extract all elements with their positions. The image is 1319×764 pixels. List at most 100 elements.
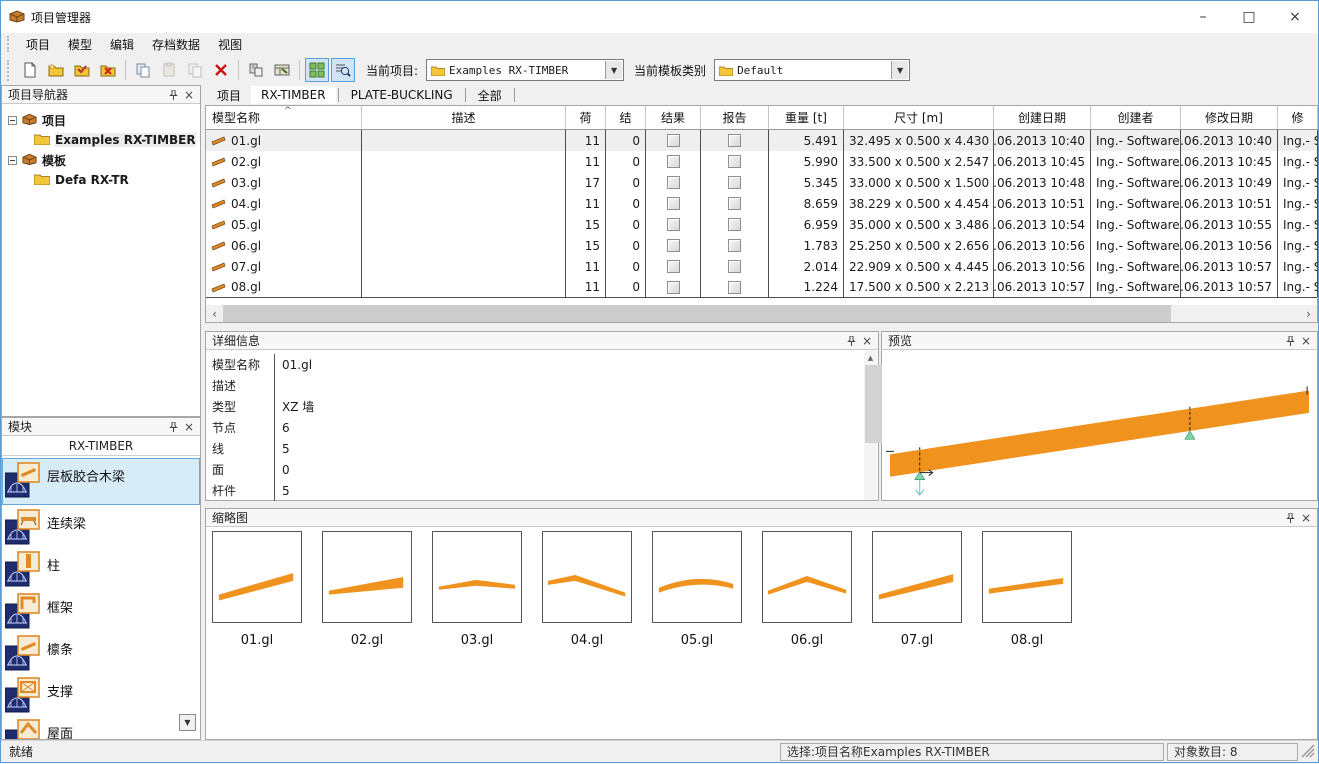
new-model-button[interactable] bbox=[18, 58, 42, 82]
column-header-6[interactable]: 报告 bbox=[701, 106, 769, 129]
column-header-2[interactable]: 描述 bbox=[362, 106, 566, 129]
column-header-3[interactable]: 荷 bbox=[566, 106, 606, 129]
module-item-7[interactable]: 屋面 bbox=[2, 715, 200, 739]
delete-button[interactable] bbox=[209, 58, 233, 82]
tab-plate-buckling[interactable]: PLATE-BUCKLING bbox=[341, 86, 463, 104]
results-checkbox[interactable] bbox=[667, 155, 680, 168]
tab-rx-timber[interactable]: RX-TIMBER bbox=[251, 86, 336, 104]
column-header-4[interactable]: 结 bbox=[606, 106, 646, 129]
collapse-icon[interactable] bbox=[8, 116, 17, 125]
scroll-left-icon[interactable]: ‹ bbox=[206, 305, 223, 322]
table-row[interactable]: 03.gl1705.34533.000 x 0.500 x 1.5001.06.… bbox=[206, 172, 1317, 193]
pin-icon[interactable] bbox=[1282, 510, 1298, 525]
menu-item-4[interactable]: 存档数据 bbox=[143, 34, 209, 55]
report-checkbox[interactable] bbox=[728, 176, 741, 189]
pin-icon[interactable] bbox=[165, 87, 181, 102]
pin-icon[interactable] bbox=[165, 419, 181, 434]
resize-grip[interactable] bbox=[1300, 743, 1316, 761]
tab--[interactable]: 全部 bbox=[468, 85, 512, 106]
current-project-combobox[interactable]: Examples RX-TIMBER ▼ bbox=[426, 59, 624, 81]
preview-view-toggle[interactable] bbox=[331, 58, 355, 82]
tree-leaf-defa-rx-tr[interactable]: Defa RX-TR bbox=[8, 170, 198, 190]
report-checkbox[interactable] bbox=[728, 260, 741, 273]
results-checkbox[interactable] bbox=[667, 176, 680, 189]
results-checkbox[interactable] bbox=[667, 197, 680, 210]
module-item-2[interactable]: 连续梁 bbox=[2, 505, 200, 547]
thumbnail-06-gl[interactable]: 06.gl bbox=[762, 531, 852, 648]
report-checkbox[interactable] bbox=[728, 218, 741, 231]
open-project-button[interactable] bbox=[70, 58, 94, 82]
new-project-button[interactable] bbox=[44, 58, 68, 82]
scroll-right-icon[interactable]: › bbox=[1300, 305, 1317, 322]
column-header-10[interactable]: 创建者 bbox=[1091, 106, 1181, 129]
module-item-6[interactable]: 支撑 bbox=[2, 673, 200, 715]
table-row[interactable]: 04.gl1108.65938.229 x 0.500 x 4.4541.06.… bbox=[206, 193, 1317, 214]
scrollbar-thumb[interactable] bbox=[223, 305, 1171, 322]
module-item-3[interactable]: 柱 bbox=[2, 547, 200, 589]
table-row[interactable]: 07.gl1102.01422.909 x 0.500 x 4.4451.06.… bbox=[206, 256, 1317, 277]
tree-node-2[interactable]: 模板 bbox=[8, 150, 198, 170]
close-icon[interactable]: × bbox=[1298, 333, 1314, 348]
thumbnail-03-gl[interactable]: 03.gl bbox=[432, 531, 522, 648]
module-item-1[interactable]: 层板胶合木梁 bbox=[2, 458, 200, 505]
collapse-icon[interactable] bbox=[8, 156, 17, 165]
paste-button[interactable] bbox=[157, 58, 181, 82]
report-checkbox[interactable] bbox=[728, 239, 741, 252]
menu-item-1[interactable]: 项目 bbox=[17, 34, 59, 55]
column-header-12[interactable]: 修 bbox=[1278, 106, 1318, 129]
thumbnail-05-gl[interactable]: 05.gl bbox=[652, 531, 742, 648]
table-row[interactable]: 02.gl1105.99033.500 x 0.500 x 2.5471.06.… bbox=[206, 151, 1317, 172]
thumbnail-07-gl[interactable]: 07.gl bbox=[872, 531, 962, 648]
duplicate-button[interactable] bbox=[183, 58, 207, 82]
menu-item-3[interactable]: 编辑 bbox=[101, 34, 143, 55]
modules-scroll-down-button[interactable]: ▼ bbox=[179, 714, 196, 731]
module-group-header[interactable]: RX-TIMBER bbox=[2, 436, 200, 456]
results-checkbox[interactable] bbox=[667, 281, 680, 294]
module-item-5[interactable]: 檩条 bbox=[2, 631, 200, 673]
table-horizontal-scrollbar[interactable]: ‹ › bbox=[206, 305, 1317, 322]
module-item-4[interactable]: 框架 bbox=[2, 589, 200, 631]
chevron-down-icon[interactable]: ▼ bbox=[605, 61, 622, 79]
menu-item-5[interactable]: 视图 bbox=[209, 34, 251, 55]
column-header-8[interactable]: 尺寸 [m] bbox=[844, 106, 994, 129]
thumbnails-view-toggle[interactable] bbox=[305, 58, 329, 82]
tree-leaf-examples-rx-timber[interactable]: Examples RX-TIMBER bbox=[8, 130, 198, 150]
close-icon[interactable]: × bbox=[181, 419, 197, 434]
tab--[interactable]: 项目 bbox=[207, 85, 251, 106]
copy-button[interactable] bbox=[131, 58, 155, 82]
column-header-7[interactable]: 重量 [t] bbox=[769, 106, 844, 129]
maximize-button[interactable]: □ bbox=[1226, 1, 1272, 33]
table-row[interactable]: 06.gl1501.78325.250 x 0.500 x 2.6561.06.… bbox=[206, 235, 1317, 256]
results-checkbox[interactable] bbox=[667, 134, 680, 147]
menu-item-2[interactable]: 模型 bbox=[59, 34, 101, 55]
report-checkbox[interactable] bbox=[728, 281, 741, 294]
chevron-down-icon[interactable]: ▼ bbox=[891, 61, 908, 79]
template-category-combobox[interactable]: Default ▼ bbox=[714, 59, 910, 81]
delete-project-button[interactable] bbox=[96, 58, 120, 82]
close-icon[interactable]: × bbox=[1298, 510, 1314, 525]
column-header-1[interactable]: 模型名称^ bbox=[206, 106, 362, 129]
report-checkbox[interactable] bbox=[728, 134, 741, 147]
results-checkbox[interactable] bbox=[667, 239, 680, 252]
pin-icon[interactable] bbox=[843, 333, 859, 348]
connect-network-button[interactable] bbox=[244, 58, 268, 82]
close-icon[interactable]: × bbox=[859, 333, 875, 348]
report-checkbox[interactable] bbox=[728, 197, 741, 210]
results-checkbox[interactable] bbox=[667, 218, 680, 231]
thumbnail-02-gl[interactable]: 02.gl bbox=[322, 531, 412, 648]
close-button[interactable]: × bbox=[1272, 1, 1318, 33]
thumbnail-08-gl[interactable]: 08.gl bbox=[982, 531, 1072, 648]
table-row[interactable]: 08.gl1101.22417.500 x 0.500 x 2.2131.06.… bbox=[206, 277, 1317, 298]
thumbnail-04-gl[interactable]: 04.gl bbox=[542, 531, 632, 648]
close-icon[interactable]: × bbox=[181, 87, 197, 102]
column-header-11[interactable]: 修改日期 bbox=[1181, 106, 1278, 129]
results-checkbox[interactable] bbox=[667, 260, 680, 273]
scroll-up-icon[interactable]: ▲ bbox=[864, 351, 877, 364]
minimize-button[interactable]: – bbox=[1180, 1, 1226, 33]
table-row[interactable]: 01.gl1105.49132.495 x 0.500 x 4.4301.06.… bbox=[206, 130, 1317, 151]
report-checkbox[interactable] bbox=[728, 155, 741, 168]
archive-button[interactable] bbox=[270, 58, 294, 82]
column-header-5[interactable]: 结果 bbox=[646, 106, 701, 129]
table-row[interactable]: 05.gl1506.95935.000 x 0.500 x 3.4861.06.… bbox=[206, 214, 1317, 235]
thumbnail-01-gl[interactable]: 01.gl bbox=[212, 531, 302, 648]
